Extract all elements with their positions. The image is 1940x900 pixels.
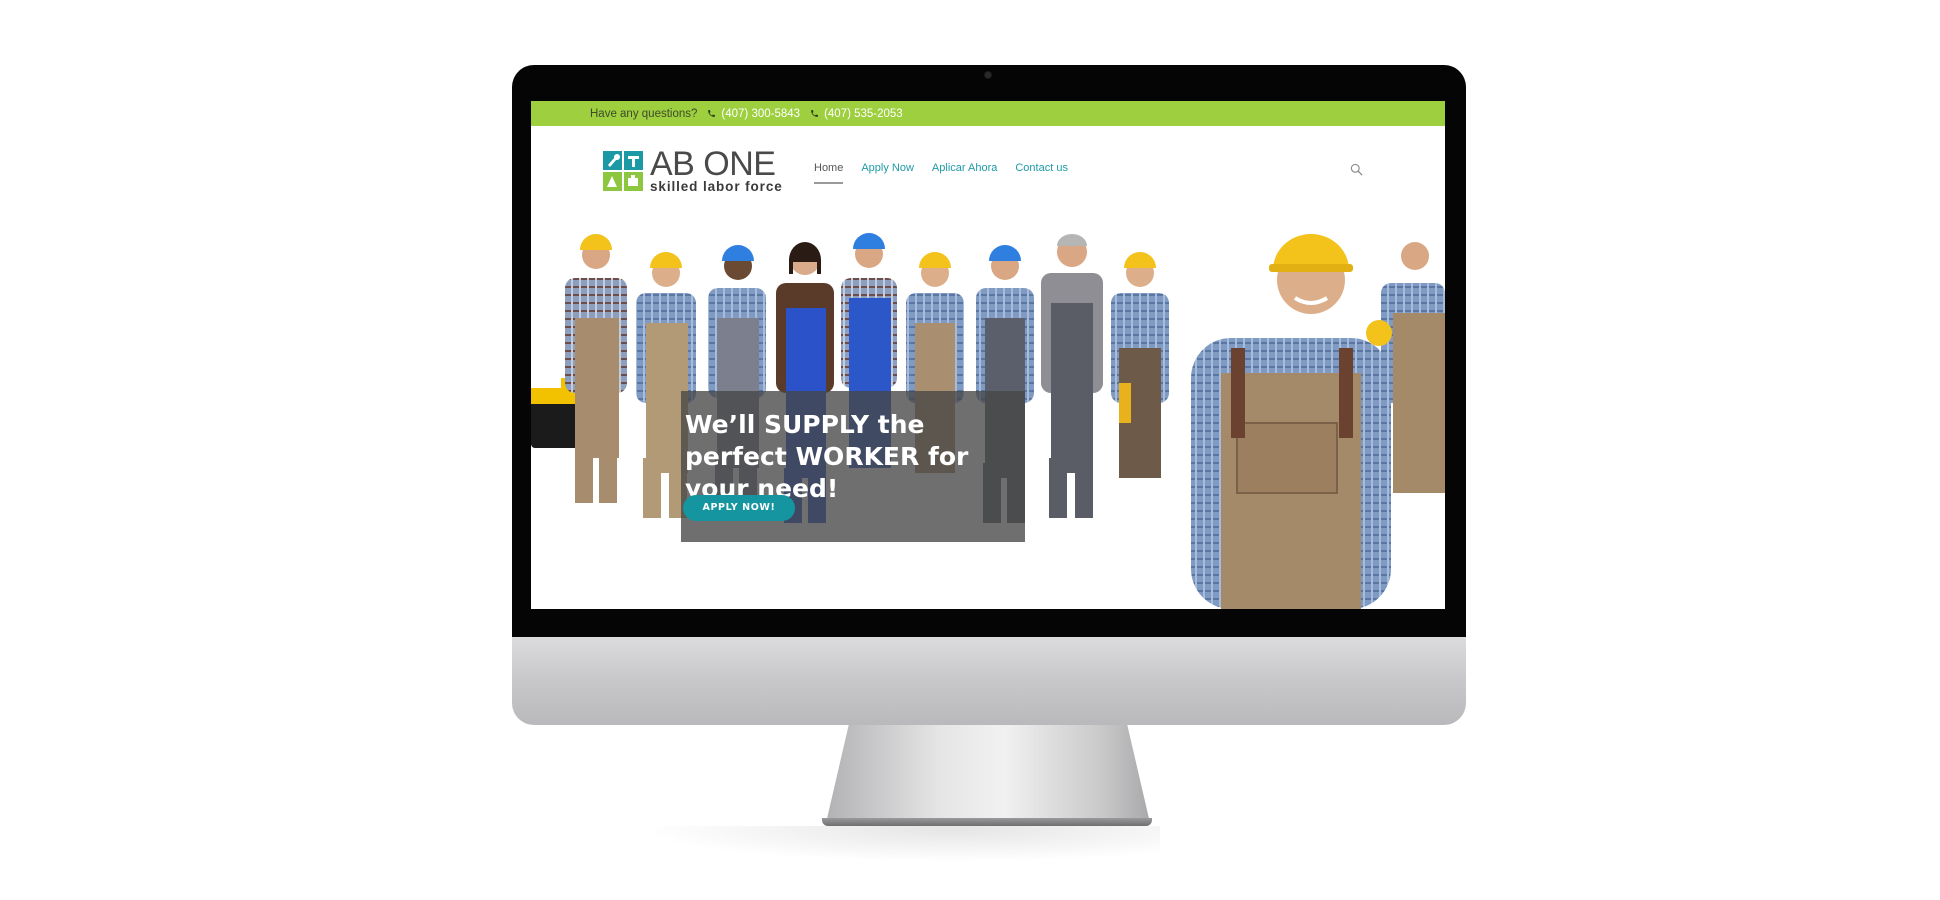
stand-shadow [640,826,1160,862]
contact-bar: Have any questions? (407) 300-5843 (407)… [531,101,1445,126]
website-screen: Have any questions? (407) 300-5843 (407)… [531,101,1445,609]
phone-link-1[interactable]: (407) 300-5843 [707,108,800,120]
phone-number-1: (407) 300-5843 [721,107,801,120]
logo-tagline: skilled labor force [650,179,783,194]
nav-home[interactable]: Home [814,162,844,184]
main-menu: Home Apply Now Aplicar Ahora Contact us [805,162,1077,184]
contact-question: Have any questions? [590,107,698,120]
logo-title: AB ONE [650,145,776,183]
stage: Have any questions? (407) 300-5843 (407)… [0,0,1940,900]
monitor-chin [512,637,1466,725]
monitor-stand [826,725,1150,823]
site-header: AB ONE skilled labor force Home Apply No… [531,126,1445,198]
logo-mark-icon [603,151,643,191]
nav-apply-now[interactable]: Apply Now [861,162,914,184]
phone-icon [708,110,716,117]
hero-caption-box: We’ll SUPPLY the perfect WORKER for your… [681,391,1025,542]
nav-contact-us[interactable]: Contact us [1015,162,1068,184]
hero-banner: We’ll SUPPLY the perfect WORKER for your… [531,198,1445,609]
phone-icon [811,110,818,117]
search-icon[interactable] [1350,163,1363,176]
hero-heading: We’ll SUPPLY the perfect WORKER for your… [685,410,969,503]
camera-icon [985,72,991,78]
monitor-stand-foot [822,818,1152,826]
phone-link-2[interactable]: (407) 535-2053 [810,108,903,120]
site-logo[interactable]: AB ONE skilled labor force [603,147,783,195]
phone-number-2: (407) 535-2053 [824,107,903,120]
nav-aplicar-ahora[interactable]: Aplicar Ahora [932,162,997,184]
apply-now-button[interactable]: APPLY NOW! [683,495,795,521]
